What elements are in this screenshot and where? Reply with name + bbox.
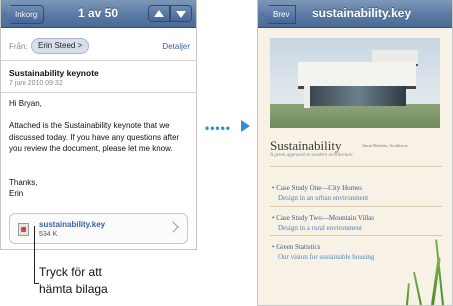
list-divider — [270, 235, 442, 236]
subject-divider — [1, 92, 196, 93]
sender-chip[interactable]: Erin Steed > — [31, 38, 90, 54]
message-signoff: Thanks, — [9, 178, 38, 187]
list-divider — [270, 206, 442, 207]
list-item-subtitle: Design in an urban environment — [278, 194, 369, 202]
from-row: Från: Erin Steed > Detaljer — [9, 36, 190, 56]
callout-line-2: hämta bilaga — [39, 282, 108, 296]
document-subtitle: A green approach to modern architecture — [270, 153, 353, 158]
mail-nav-bar: Inkorg 1 av 50 — [1, 0, 196, 28]
callout-line — [34, 226, 35, 283]
house-glass-wall — [310, 86, 406, 106]
arrow-down-icon — [176, 11, 186, 18]
house-roof — [298, 62, 416, 89]
next-message-button[interactable] — [170, 5, 192, 22]
list-item-subtitle: Design in a rural environment — [278, 224, 362, 232]
list-item-subtitle: Our vision for sustainable housing — [278, 253, 375, 261]
message-signature: Erin — [9, 189, 24, 198]
callout-line-1: Tryck för att — [39, 265, 102, 279]
arrow-right-icon — [241, 120, 250, 132]
list-item: Case Study One—City Homes Design in an u… — [272, 184, 368, 202]
chevron-right-icon — [167, 221, 179, 233]
preview-title: sustainability.key — [312, 6, 412, 20]
message-greeting: Hi Bryan, — [9, 99, 42, 108]
attachment-button[interactable]: sustainability.key 534 K — [9, 213, 188, 244]
list-item-title: Green Statistics — [272, 243, 374, 251]
previous-message-button[interactable] — [148, 5, 170, 22]
message-date: 7 juni 2010 09:32 — [9, 80, 63, 87]
attachment-name: sustainability.key — [39, 220, 106, 229]
message-subject: Sustainability keynote — [9, 68, 99, 78]
mail-back-button[interactable]: Brev — [262, 5, 297, 24]
attachment-preview: Brev sustainability.key Sustainability J… — [257, 0, 453, 306]
preview-nav-bar: Brev sustainability.key — [258, 0, 452, 28]
inbox-back-button[interactable]: Inkorg — [4, 5, 45, 24]
details-link[interactable]: Detaljer — [162, 42, 190, 51]
transition-dots: ••••• — [205, 121, 232, 135]
from-label: Från: — [9, 42, 28, 51]
attachment-size: 534 K — [39, 231, 58, 238]
document-rule — [270, 166, 442, 167]
document-title: Sustainability — [270, 138, 342, 153]
header-divider — [1, 60, 196, 61]
callout-caption: Tryck för att hämta bilaga — [39, 264, 108, 298]
message-body: Attached is the Sustainability keynote t… — [9, 121, 180, 153]
grass-blade — [406, 282, 410, 305]
document-authors: Jason Roberts, Architects — [362, 143, 408, 148]
keynote-file-icon — [18, 223, 29, 236]
message-counter: 1 av 50 — [77, 6, 119, 20]
list-item: Green Statistics Our vision for sustaina… — [272, 243, 374, 261]
mail-message-view: Inkorg 1 av 50 Från: Erin Steed > Detalj… — [0, 0, 197, 250]
list-item: Case Study Two—Mountain Villas Design in… — [272, 214, 374, 232]
list-item-title: Case Study One—City Homes — [272, 184, 368, 192]
house-photo — [270, 38, 440, 128]
arrow-up-icon — [154, 10, 164, 17]
lawn — [270, 104, 440, 128]
list-item-title: Case Study Two—Mountain Villas — [272, 214, 374, 222]
grass-blade — [412, 271, 422, 305]
